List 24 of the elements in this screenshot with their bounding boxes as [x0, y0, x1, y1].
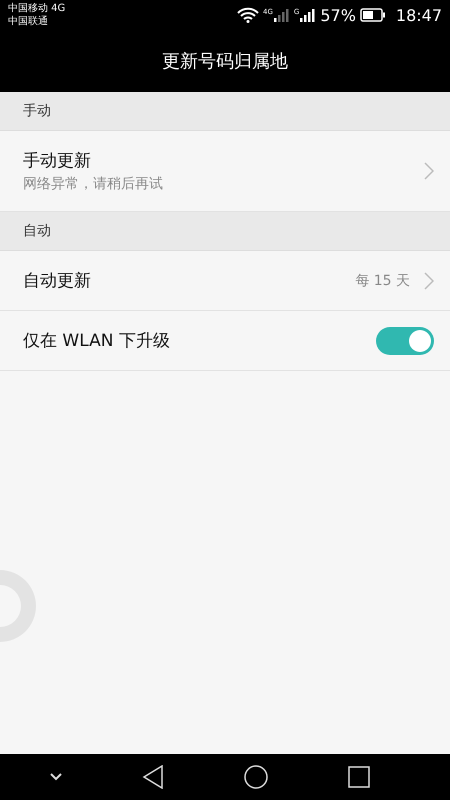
- row-title: 自动更新: [23, 270, 92, 292]
- row-title: 手动更新: [23, 150, 92, 172]
- battery-percent: 57%: [320, 6, 356, 24]
- signal-icon: [300, 8, 316, 22]
- chevron-right-icon: [424, 162, 434, 180]
- section-header: 手动: [23, 102, 51, 120]
- wifi-icon: [237, 7, 259, 23]
- section-header: 自动: [23, 222, 51, 240]
- row-subtitle: 网络异常，请稍后再试: [23, 175, 164, 193]
- page-title: 更新号码归属地: [162, 50, 288, 73]
- battery-icon: [360, 8, 386, 22]
- toggle-switch[interactable]: [376, 326, 434, 354]
- back-icon[interactable]: [142, 765, 164, 789]
- chevron-down-icon[interactable]: [50, 773, 62, 781]
- clock-time: 18:47: [396, 6, 442, 24]
- recent-apps-icon[interactable]: [348, 766, 370, 788]
- signal-icon: [274, 8, 290, 22]
- home-icon[interactable]: [244, 765, 268, 789]
- row-value: 每 15 天: [355, 272, 410, 290]
- chevron-right-icon: [424, 272, 434, 290]
- settings-row[interactable]: 自动更新 每 15 天: [0, 251, 450, 311]
- row-title: 仅在 WLAN 下升级: [23, 330, 171, 352]
- carrier-name: 中国联通: [8, 15, 49, 28]
- carrier-name: 中国移动 4G: [8, 2, 66, 15]
